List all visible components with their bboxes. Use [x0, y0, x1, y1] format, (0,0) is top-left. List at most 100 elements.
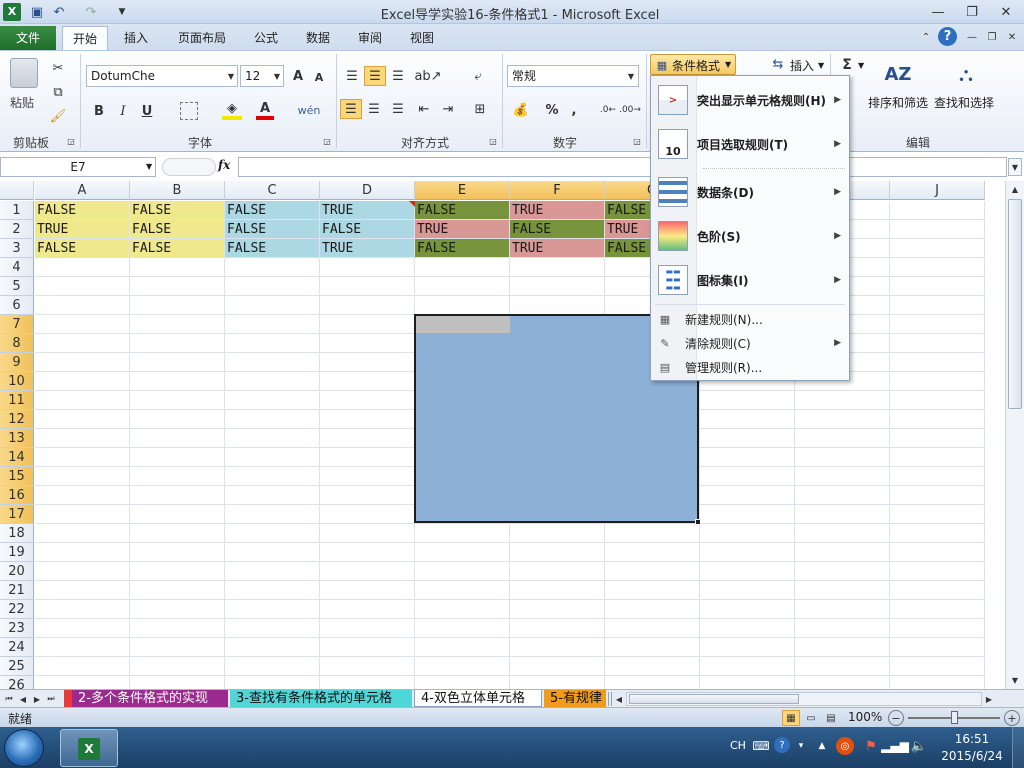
cell[interactable] [130, 638, 225, 657]
save-icon[interactable]: ▣ [28, 3, 46, 21]
cell[interactable] [605, 524, 700, 543]
cell[interactable] [415, 277, 510, 296]
clock-time[interactable]: 16:51 [946, 732, 998, 746]
show-hidden-icons-icon[interactable]: ▲ [816, 737, 828, 755]
cell[interactable] [415, 258, 510, 277]
cell[interactable] [130, 277, 225, 296]
cell[interactable] [890, 562, 985, 581]
decrease-decimal-icon[interactable]: .00→ [619, 100, 641, 120]
cell[interactable] [320, 638, 415, 657]
cell[interactable] [225, 277, 320, 296]
cell-c2[interactable]: FALSE [225, 220, 320, 239]
cell[interactable] [890, 676, 985, 689]
row-header-18[interactable]: 18 [0, 524, 34, 543]
cell[interactable] [320, 505, 415, 524]
cell[interactable] [35, 296, 130, 315]
orientation-icon[interactable]: ab↗ [414, 66, 441, 86]
alignment-launcher-icon[interactable]: ◲ [488, 136, 498, 146]
cell[interactable] [795, 467, 890, 486]
cell[interactable] [415, 562, 510, 581]
fill-handle[interactable] [695, 519, 701, 525]
cell[interactable] [320, 486, 415, 505]
row-header-9[interactable]: 9 [0, 353, 34, 372]
cell-f3[interactable]: TRUE [510, 239, 605, 258]
cell[interactable] [35, 429, 130, 448]
row-header-12[interactable]: 12 [0, 410, 34, 429]
cell[interactable] [225, 581, 320, 600]
cell[interactable] [510, 277, 605, 296]
cell[interactable] [890, 638, 985, 657]
tray-security-icon[interactable]: ⚑ [862, 737, 880, 755]
row-header-22[interactable]: 22 [0, 600, 34, 619]
help-icon[interactable]: ? [938, 27, 957, 46]
redo-icon[interactable]: ↷ [82, 3, 100, 21]
align-right-icon[interactable]: ☰ [388, 99, 408, 119]
cell[interactable] [320, 429, 415, 448]
tab-insert[interactable]: 插入 [114, 26, 158, 50]
cell[interactable] [700, 676, 795, 689]
cell[interactable] [320, 372, 415, 391]
cell[interactable] [605, 600, 700, 619]
insert-cells-label[interactable]: 插入 [790, 57, 814, 74]
cell[interactable] [225, 467, 320, 486]
autosum-button[interactable]: Σ [840, 56, 854, 74]
cell-f1[interactable]: TRUE [510, 201, 605, 220]
grow-font-icon[interactable]: A [290, 67, 306, 85]
cell[interactable] [320, 581, 415, 600]
row-header-5[interactable]: 5 [0, 277, 34, 296]
cell[interactable] [510, 657, 605, 676]
cell[interactable] [605, 619, 700, 638]
row-header-24[interactable]: 24 [0, 638, 34, 657]
cell[interactable] [795, 600, 890, 619]
cell[interactable] [320, 676, 415, 689]
cell[interactable] [320, 296, 415, 315]
row-header-2[interactable]: 2 [0, 220, 34, 239]
cell[interactable] [320, 334, 415, 353]
menu-item-color-scales[interactable]: 色阶(S) ▶ [651, 218, 849, 254]
formula-input[interactable] [238, 157, 1007, 177]
underline-button[interactable]: U [138, 102, 156, 120]
cell-f2[interactable]: FALSE [510, 220, 605, 239]
cell[interactable] [225, 543, 320, 562]
cell[interactable] [700, 467, 795, 486]
row-header-11[interactable]: 11 [0, 391, 34, 410]
cell-c1[interactable]: FALSE [225, 201, 320, 220]
align-top-icon[interactable]: ☰ [342, 66, 362, 86]
row-header-14[interactable]: 14 [0, 448, 34, 467]
cell[interactable] [130, 657, 225, 676]
cell[interactable] [35, 334, 130, 353]
clock-date[interactable]: 2015/6/24 [940, 749, 1004, 763]
sheet-tab-3[interactable]: 3-查找有条件格式的单元格 [230, 690, 412, 707]
cell-d1[interactable]: TRUE [320, 201, 415, 220]
cell[interactable] [700, 600, 795, 619]
align-middle-icon[interactable]: ☰ [364, 66, 386, 86]
ime-options-icon[interactable]: ▾ [796, 737, 806, 755]
cell[interactable] [890, 372, 985, 391]
horizontal-scroll-thumb[interactable] [629, 694, 799, 704]
doc-close-icon[interactable]: ✕ [1004, 28, 1020, 46]
ribbon-collapse-icon[interactable]: ⌃ [918, 28, 934, 46]
number-format-combo[interactable]: 常规 [507, 65, 639, 87]
cell[interactable] [225, 258, 320, 277]
cell[interactable] [510, 600, 605, 619]
cell[interactable] [320, 353, 415, 372]
scroll-left-icon[interactable]: ◀ [614, 692, 624, 706]
cell[interactable] [890, 410, 985, 429]
cell[interactable] [130, 562, 225, 581]
cell[interactable] [225, 391, 320, 410]
cell[interactable] [795, 524, 890, 543]
cell[interactable] [35, 315, 130, 334]
cell[interactable] [225, 562, 320, 581]
cell[interactable] [795, 543, 890, 562]
cell[interactable] [130, 334, 225, 353]
cell[interactable] [890, 467, 985, 486]
row-header-13[interactable]: 13 [0, 429, 34, 448]
scroll-up-icon[interactable]: ▲ [1007, 182, 1023, 196]
last-sheet-icon[interactable]: ⏭ [46, 692, 56, 706]
row-header-16[interactable]: 16 [0, 486, 34, 505]
vertical-scroll-thumb[interactable] [1008, 199, 1022, 409]
increase-decimal-icon[interactable]: .0← [598, 100, 618, 120]
cell[interactable] [890, 334, 985, 353]
tab-file[interactable]: 文件 [0, 26, 56, 50]
cell[interactable] [225, 676, 320, 689]
